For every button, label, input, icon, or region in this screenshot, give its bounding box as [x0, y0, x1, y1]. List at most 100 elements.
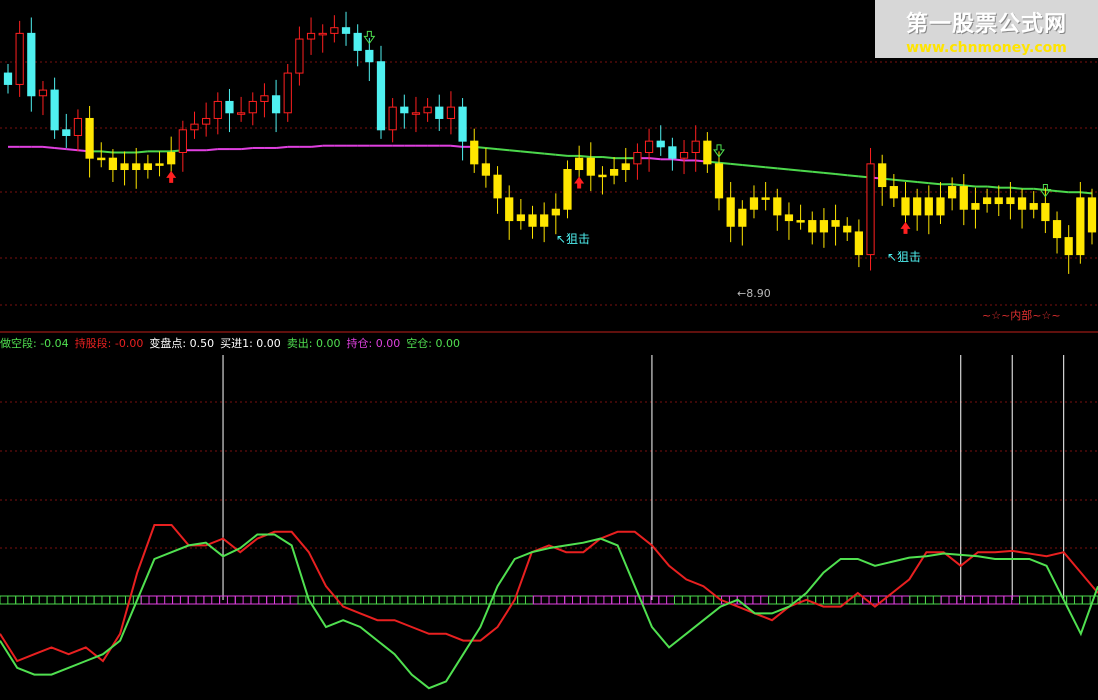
ma-segment	[544, 152, 556, 156]
watermark-title: 第一股票公式网	[905, 12, 1067, 37]
ma-segment	[648, 157, 661, 161]
candle-body	[878, 163, 887, 188]
ma-segment	[847, 174, 859, 178]
legend-value: -0.00	[111, 337, 144, 350]
candle-body	[633, 152, 642, 165]
ma-segment	[800, 169, 813, 173]
indicator-legend: 做空段: -0.04 持股段: -0.00 变盘点: 0.50 买进1: 0.00 卖出…	[0, 335, 466, 351]
candle-body	[3, 72, 13, 85]
legend-value: 0.00	[312, 337, 341, 350]
ma-segment	[54, 146, 67, 151]
candle-body	[15, 32, 24, 85]
candle-body	[994, 197, 1003, 205]
ma-segment	[136, 150, 148, 154]
legend-label: 持股段:	[74, 337, 112, 350]
candle-body	[609, 169, 619, 176]
candle-body	[1017, 197, 1027, 210]
candle-body	[132, 163, 141, 171]
ma-segment	[742, 163, 755, 168]
ma-segment	[101, 150, 114, 154]
ma-segment	[765, 166, 778, 170]
candle-body	[38, 89, 48, 97]
buy-arrow-icon	[900, 221, 911, 234]
ma-segment	[450, 144, 463, 148]
legend-value: 0.50	[186, 337, 215, 350]
grid	[0, 61, 1098, 549]
legend-label: 买进1:	[220, 337, 253, 350]
ma-segment	[520, 150, 533, 154]
ma-segment	[497, 148, 510, 152]
indicator-line-red	[0, 524, 1098, 663]
candle-body	[738, 208, 747, 227]
low-price-label: ←8.90	[737, 287, 771, 300]
candle-body	[213, 100, 222, 119]
candle-body	[551, 208, 560, 216]
candle-body	[400, 106, 409, 114]
candle-body	[703, 140, 712, 165]
ma-segment	[275, 145, 288, 149]
candle-body	[796, 220, 805, 223]
candle-body	[913, 197, 922, 216]
legend-item: 持股段: -0.00	[75, 337, 144, 350]
ma-segment	[602, 156, 615, 160]
candle-body	[1052, 220, 1062, 239]
candle-body	[854, 231, 863, 256]
ma-segment	[42, 145, 55, 149]
candle-body	[237, 112, 246, 115]
legend-value: 0.00	[252, 337, 281, 350]
legend-item: 卖出: 0.00	[287, 337, 341, 350]
candle-body	[1029, 203, 1038, 210]
candle-body	[819, 220, 829, 233]
snipe-label-2: ↖狙击	[887, 250, 922, 264]
ma-segment	[66, 148, 79, 152]
candle-body	[283, 72, 292, 114]
ma-segment	[1056, 190, 1069, 194]
indicator-panel	[0, 355, 1098, 690]
ma-segment	[986, 185, 999, 189]
ma-segment	[1010, 186, 1023, 190]
candle-body	[120, 163, 129, 171]
candle-body	[761, 197, 770, 200]
ma-segment	[777, 167, 790, 171]
ma-segment	[788, 168, 801, 172]
ma-segment	[917, 181, 929, 185]
candle-body	[388, 106, 397, 131]
candle-body	[528, 214, 537, 227]
legend-value: 0.00	[431, 337, 460, 350]
ma-segment	[206, 148, 218, 152]
candle-body	[668, 146, 677, 159]
ma-segment	[672, 158, 685, 162]
candle-body	[108, 157, 118, 171]
ma-segment	[928, 182, 941, 186]
candle-body	[936, 197, 945, 216]
candle-body	[924, 197, 933, 216]
candle-body	[97, 157, 106, 161]
candle-body	[435, 106, 444, 119]
legend-label: 变盘点:	[149, 337, 187, 350]
legend-item: 买进1: 0.00	[220, 337, 281, 350]
ma-segment	[893, 178, 906, 182]
candle-body	[50, 89, 59, 131]
candle-body	[784, 214, 794, 222]
candle-body	[260, 95, 269, 102]
candle-body	[889, 186, 898, 199]
candle-body	[178, 129, 187, 154]
candle-body	[376, 61, 386, 131]
candle-body	[971, 203, 980, 210]
legend-label: 持仓:	[346, 337, 373, 350]
ma-segment	[532, 151, 545, 155]
candle-body	[621, 163, 630, 171]
candle-body	[679, 152, 689, 159]
candle-body	[190, 123, 199, 131]
candle-body	[656, 140, 665, 148]
inner-label: ~☆~内部~☆~	[982, 309, 1061, 322]
candle-body	[901, 197, 910, 216]
candle-body	[85, 117, 94, 159]
ma-segment	[555, 153, 568, 157]
candle-body	[481, 163, 491, 176]
candle-body	[773, 197, 782, 216]
candle-body	[143, 163, 152, 171]
legend-item: 持仓: 0.00	[347, 337, 401, 350]
snipe-label-1: ↖狙击	[556, 232, 591, 246]
candle-body	[1087, 197, 1097, 233]
